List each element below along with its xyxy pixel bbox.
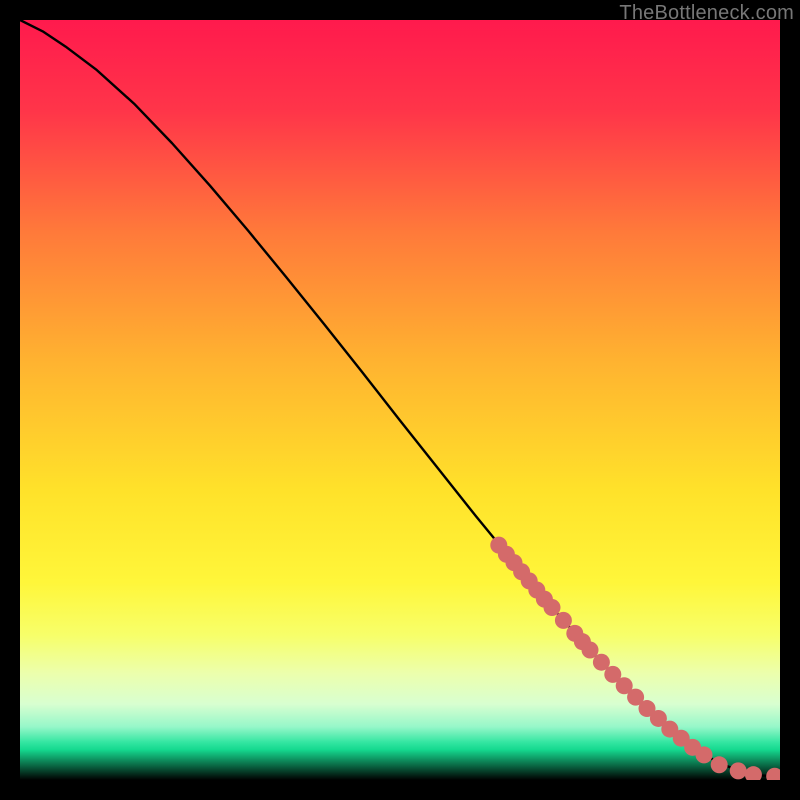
curve-marker [544,599,561,616]
curve-marker [555,612,572,629]
bottleneck-curve [20,20,780,776]
curve-marker [696,746,713,763]
curve-marker [766,768,780,780]
curve-overlay [20,20,780,780]
curve-marker [730,762,747,779]
attribution-text: TheBottleneck.com [619,2,794,25]
curve-markers [490,537,780,780]
curve-marker [711,756,728,773]
curve-marker [745,766,762,780]
chart-stage: TheBottleneck.com [0,0,800,800]
plot-area [20,20,780,780]
